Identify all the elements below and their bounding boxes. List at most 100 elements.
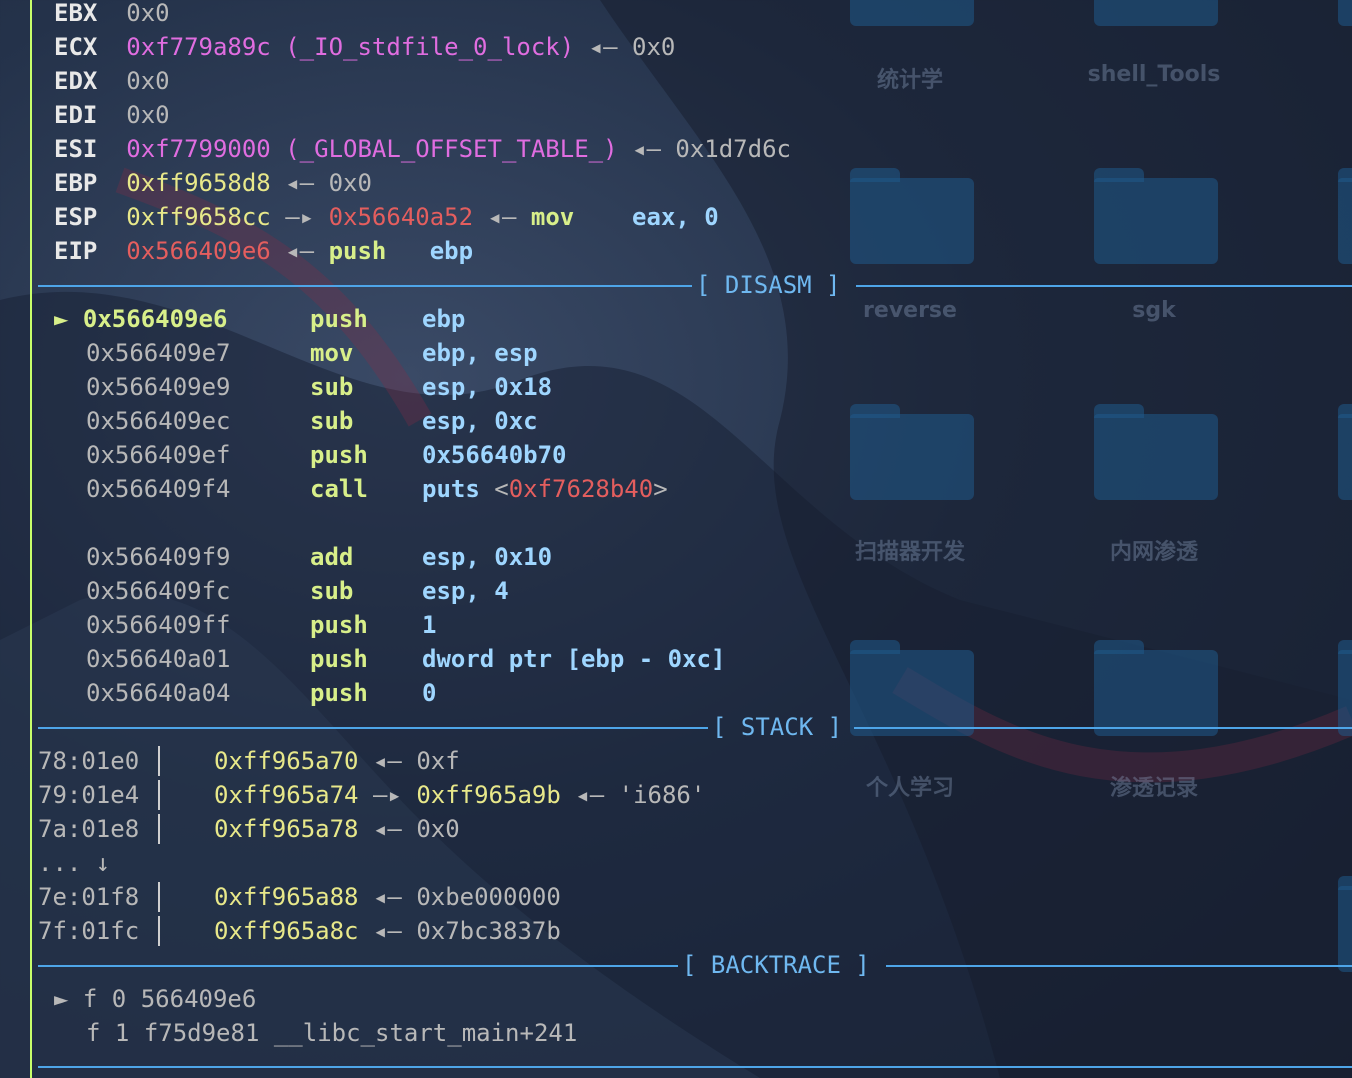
- register-value: 0xff9658cc: [126, 203, 271, 231]
- register-value: 0xf779a89c: [126, 33, 271, 61]
- arrow: ◂—: [372, 747, 402, 775]
- register-row: ECX 0xf779a89c (_IO_stdfile_0_lock) ◂— 0…: [54, 30, 675, 64]
- disasm-address[interactable]: 0x566409e7: [86, 336, 231, 370]
- stack-offset: 7a:01e8: [38, 815, 140, 843]
- disasm-address[interactable]: 0x56640a01: [86, 642, 231, 676]
- stack-separator: [38, 727, 708, 729]
- instruction-operands: ebp: [429, 237, 474, 265]
- instruction-mnemonic: push: [310, 305, 368, 333]
- stack-offset: 7f:01fc: [38, 917, 140, 945]
- register-value: 0xf7799000: [126, 135, 271, 163]
- disasm-address[interactable]: 0x566409fc: [86, 574, 231, 608]
- arrow: ◂—: [285, 169, 315, 197]
- terminal-left-border: [30, 0, 32, 1078]
- stack-entry[interactable]: 0xff965a70 ◂— 0xf: [214, 744, 460, 778]
- stack-offset: 78:01e0: [38, 747, 140, 775]
- register-deref: 0x56640a52: [328, 203, 474, 231]
- stack-divider: [158, 780, 160, 810]
- arrow: —▸: [285, 203, 315, 231]
- arrow: ◂—: [372, 917, 402, 945]
- instruction-mnemonic: call: [310, 475, 368, 503]
- arrow: ◂—: [372, 883, 402, 911]
- stack-divider: [158, 814, 160, 844]
- stack-address: 0xff965a88: [214, 883, 359, 911]
- disasm-address[interactable]: 0x566409e9: [86, 370, 231, 404]
- disasm-separator: [38, 285, 692, 287]
- register-name: EBX: [54, 0, 98, 27]
- instruction-operands: eax, 0: [632, 203, 719, 231]
- stack-ellipsis: ... ↓: [38, 849, 111, 877]
- instruction-operands: puts <0xf7628b40>: [422, 472, 668, 506]
- stack-value: 0x0: [416, 815, 460, 843]
- instruction-operands: 1: [422, 611, 437, 639]
- disasm-address[interactable]: 0x566409ff: [86, 608, 231, 642]
- frame-address: 566409e6: [140, 985, 257, 1013]
- instruction-operands: esp, 0x10: [422, 543, 553, 571]
- call-target-address: 0xf7628b40: [508, 475, 654, 503]
- backtrace-frame[interactable]: ► f 0 566409e6: [54, 982, 256, 1016]
- stack-address: 0xff965a8c: [214, 917, 359, 945]
- stack-entry[interactable]: 0xff965a74 —▸ 0xff965a9b ◂— 'i686': [214, 778, 705, 812]
- register-row: EIP 0x566409e6 ◂— push ebp: [54, 234, 473, 268]
- frame-number: f 1: [86, 1019, 130, 1047]
- register-name: EIP: [54, 237, 98, 265]
- arrow: ◂—: [575, 781, 605, 809]
- instruction-operands: esp, 4: [422, 577, 509, 605]
- instruction-mnemonic: sub: [310, 577, 354, 605]
- bracket-open: <: [494, 475, 509, 503]
- register-row: EBX 0x0: [54, 0, 170, 30]
- instruction-operands: ebp, esp: [422, 339, 538, 367]
- arrow: ◂—: [487, 203, 517, 231]
- instruction-operands: ebp: [422, 305, 466, 333]
- instruction-mnemonic: push: [310, 645, 368, 673]
- disasm-address[interactable]: 0x566409f9: [86, 540, 231, 574]
- instruction-mnemonic: mov: [310, 339, 354, 367]
- disasm-address[interactable]: 0x566409f4: [86, 472, 231, 506]
- register-row: EDX 0x0: [54, 64, 170, 98]
- disasm-row-current[interactable]: ► 0x566409e6: [54, 302, 227, 336]
- arrow: ◂—: [285, 237, 315, 265]
- backtrace-frame[interactable]: f 1 f75d9e81 __libc_start_main+241: [86, 1016, 577, 1050]
- stack-entry[interactable]: 0xff965a88 ◂— 0xbe000000: [214, 880, 561, 914]
- register-name: EDI: [54, 101, 98, 129]
- backtrace-header: [ BACKTRACE ]: [682, 951, 870, 979]
- stack-address: 0xff965a70: [214, 747, 359, 775]
- terminal-window[interactable]: EBX 0x0 ECX 0xf779a89c (_IO_stdfile_0_lo…: [0, 0, 1352, 1078]
- current-instruction-marker: ►: [54, 305, 69, 333]
- bottom-separator: [38, 1066, 1352, 1068]
- register-row: EDI 0x0: [54, 98, 170, 132]
- stack-value: 0x7bc3837b: [416, 917, 561, 945]
- instruction-operands: dword ptr [ebp - 0xc]: [422, 645, 726, 673]
- register-row: EBP 0xff9658d8 ◂— 0x0: [54, 166, 372, 200]
- register-deref: 0x0: [632, 33, 676, 61]
- register-name: EDX: [54, 67, 98, 95]
- backtrace-separator: [38, 965, 678, 967]
- stack-value: 0xbe000000: [416, 883, 561, 911]
- register-row: ESP 0xff9658cc —▸ 0x56640a52 ◂— mov eax,…: [54, 200, 719, 234]
- stack-header: [ STACK ]: [712, 713, 843, 741]
- disasm-address[interactable]: 0x56640a04: [86, 676, 231, 710]
- instruction-mnemonic: add: [310, 543, 354, 571]
- instruction-operands: 0: [422, 679, 437, 707]
- instruction-mnemonic: push: [310, 441, 368, 469]
- register-deref: 0x0: [328, 169, 372, 197]
- stack-value: 0xff965a9b: [416, 781, 561, 809]
- arrow: ◂—: [372, 815, 402, 843]
- instruction-mnemonic: mov: [530, 203, 575, 231]
- frame-symbol: __libc_start_main+241: [273, 1019, 578, 1047]
- register-value: 0x0: [126, 67, 170, 95]
- stack-entry[interactable]: 0xff965a78 ◂— 0x0: [214, 812, 460, 846]
- stack-offset: 7e:01f8: [38, 883, 140, 911]
- register-deref: 0x1d7d6c: [675, 135, 791, 163]
- frame-marker: ►: [54, 985, 69, 1013]
- instruction-mnemonic: sub: [310, 373, 354, 401]
- stack-entry[interactable]: 0xff965a8c ◂— 0x7bc3837b: [214, 914, 561, 948]
- arrow: ◂—: [588, 33, 618, 61]
- stack-value: 0xf: [416, 747, 460, 775]
- instruction-operands: 0x56640b70: [422, 441, 567, 469]
- instruction-mnemonic: push: [310, 611, 368, 639]
- register-value: 0x0: [126, 101, 170, 129]
- disasm-address[interactable]: 0x566409ec: [86, 404, 231, 438]
- stack-divider: [158, 746, 160, 776]
- disasm-address[interactable]: 0x566409ef: [86, 438, 231, 472]
